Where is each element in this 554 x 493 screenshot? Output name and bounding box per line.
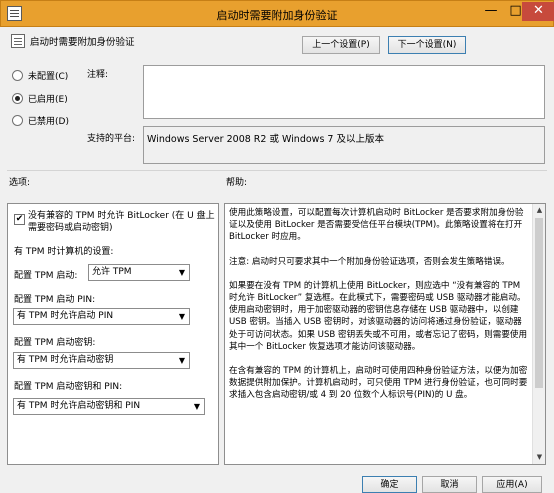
tpm-startup-label: 配置 TPM 启动:: [14, 271, 78, 281]
previous-setting-button[interactable]: 上一个设置(P): [302, 36, 380, 54]
options-panel: ✔ 没有兼容的 TPM 时允许 BitLocker (在 U 盘上需要密码或启动…: [7, 203, 219, 465]
chevron-down-icon: ▼: [178, 356, 185, 365]
next-setting-button[interactable]: 下一个设置(N): [388, 36, 466, 54]
tpm-startup-select[interactable]: 允许 TPM ▼: [88, 264, 190, 281]
title-bar: 启动时需要附加身份验证 — □ ✕: [0, 0, 554, 27]
chevron-down-icon: ▼: [193, 402, 200, 411]
setting-title: 启动时需要附加身份验证: [30, 37, 135, 48]
tpm-pin-label: 配置 TPM 启动 PIN:: [14, 295, 96, 305]
window-title: 启动时需要附加身份验证: [216, 9, 338, 22]
cancel-button[interactable]: 取消: [422, 476, 477, 493]
tpm-key-value: 有 TPM 时允许启动密钥: [17, 355, 114, 365]
options-label: 选项:: [9, 178, 31, 188]
help-panel: 使用此策略设置，可以配置每次计算机启动时 BitLocker 是否要求附加身份验…: [224, 203, 546, 465]
tpm-pin-select[interactable]: 有 TPM 时允许启动 PIN ▼: [13, 308, 190, 325]
radio-not-configured-circle[interactable]: [12, 70, 23, 81]
tpm-key-select[interactable]: 有 TPM 时允许启动密钥 ▼: [13, 352, 190, 369]
section-divider: [7, 170, 547, 171]
tpm-key-pin-select[interactable]: 有 TPM 时允许启动密钥和 PIN ▼: [13, 398, 205, 415]
help-paragraph: 如果要在没有 TPM 的计算机上使用 BitLocker，则应选中 “没有兼容的…: [229, 280, 528, 352]
radio-disabled-label: 已禁用(D): [28, 117, 69, 127]
tpm-startup-value: 允许 TPM: [92, 267, 132, 277]
radio-not-configured-label: 未配置(C): [28, 72, 69, 82]
apply-button[interactable]: 应用(A): [482, 476, 542, 493]
radio-enabled-label: 已启用(E): [28, 95, 68, 105]
chevron-down-icon: ▼: [178, 268, 185, 277]
help-paragraph: 注意: 启动时只可要求其中一个附加身份验证选项，否则会发生策略错误。: [229, 256, 510, 267]
tpm-pin-value: 有 TPM 时允许启动 PIN: [17, 311, 114, 321]
close-button[interactable]: ✕: [522, 2, 554, 21]
allow-bitlocker-checkbox[interactable]: ✔: [14, 214, 25, 225]
scrollbar-thumb[interactable]: [535, 218, 543, 388]
help-scrollbar[interactable]: ▲ ▼: [532, 204, 545, 464]
help-label: 帮助:: [226, 178, 248, 188]
tpm-key-pin-value: 有 TPM 时允许启动密钥和 PIN: [17, 401, 141, 411]
comment-label: 注释:: [87, 70, 109, 80]
allow-bitlocker-label: 没有兼容的 TPM 时允许 BitLocker (在 U 盘上需要密码或启动密钥…: [28, 211, 215, 233]
minimize-button[interactable]: —: [478, 2, 504, 21]
tpm-key-pin-label: 配置 TPM 启动密钥和 PIN:: [14, 382, 123, 392]
tpm-computer-label: 有 TPM 时计算机的设置:: [14, 247, 114, 257]
scroll-down-arrow-icon[interactable]: ▼: [534, 452, 545, 463]
comment-field[interactable]: [143, 65, 545, 119]
platform-label: 支持的平台:: [87, 134, 136, 144]
chevron-down-icon: ▼: [178, 312, 185, 321]
policy-setting-icon: [11, 34, 25, 48]
help-text: 使用此策略设置，可以配置每次计算机启动时 BitLocker 是否要求附加身份验…: [229, 207, 529, 414]
supported-platform-field: Windows Server 2008 R2 或 Windows 7 及以上版本: [143, 126, 545, 164]
radio-disabled-circle[interactable]: [12, 115, 23, 126]
tpm-key-label: 配置 TPM 启动密钥:: [14, 338, 96, 348]
radio-enabled-circle[interactable]: [12, 93, 23, 104]
help-paragraph: 在含有兼容的 TPM 的计算机上，启动时可使用四种身份验证方法，以便为加密数据提…: [229, 366, 528, 401]
help-paragraph: 使用此策略设置，可以配置每次计算机启动时 BitLocker 是否要求附加身份验…: [229, 208, 524, 243]
ok-button[interactable]: 确定: [362, 476, 417, 493]
scroll-up-arrow-icon[interactable]: ▲: [534, 205, 545, 216]
